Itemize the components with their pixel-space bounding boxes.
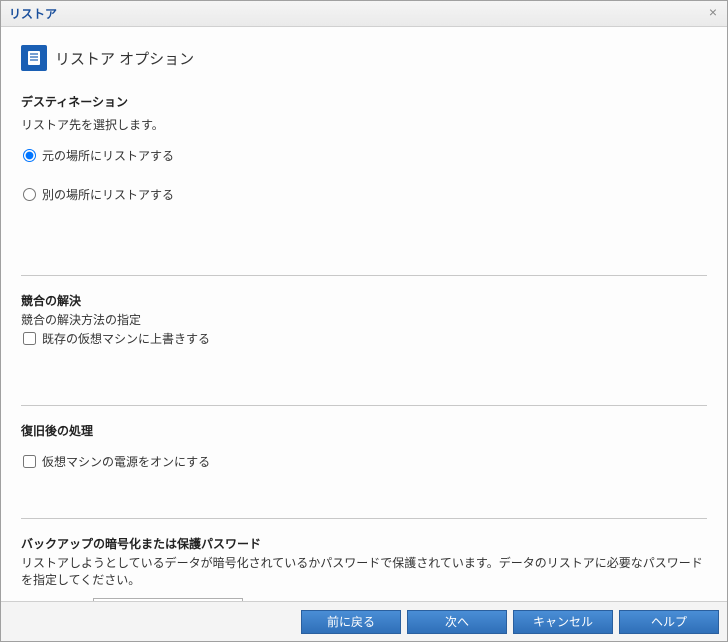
overwrite-label: 既存の仮想マシンに上書きする bbox=[42, 330, 210, 347]
radio-other-label: 別の場所にリストアする bbox=[42, 186, 174, 203]
conflict-subtitle: 競合の解決方法の指定 bbox=[21, 311, 707, 328]
page-header: リストア オプション bbox=[21, 45, 707, 71]
overwrite-checkbox[interactable] bbox=[23, 332, 36, 345]
post-section: 復旧後の処理 仮想マシンの電源をオンにする bbox=[21, 422, 707, 470]
close-icon[interactable]: × bbox=[705, 5, 721, 21]
radio-original-input[interactable] bbox=[23, 149, 36, 162]
back-button[interactable]: 前に戻る bbox=[301, 610, 401, 634]
radio-original-label: 元の場所にリストアする bbox=[42, 147, 174, 164]
divider bbox=[21, 405, 707, 406]
poweron-checkbox-row[interactable]: 仮想マシンの電源をオンにする bbox=[23, 453, 707, 470]
cancel-button[interactable]: キャンセル bbox=[513, 610, 613, 634]
destination-subtitle: リストア先を選択します。 bbox=[21, 116, 707, 133]
poweron-label: 仮想マシンの電源をオンにする bbox=[42, 453, 210, 470]
overwrite-checkbox-row[interactable]: 既存の仮想マシンに上書きする bbox=[23, 330, 707, 347]
password-subtitle: リストアしようとしているデータが暗号化されているかパスワードで保護されています。… bbox=[21, 554, 707, 588]
footer: 前に戻る 次へ キャンセル ヘルプ bbox=[1, 601, 727, 641]
page-title: リストア オプション bbox=[55, 48, 194, 69]
radio-original-location[interactable]: 元の場所にリストアする bbox=[23, 147, 707, 164]
radio-other-location[interactable]: 別の場所にリストアする bbox=[23, 186, 707, 203]
conflict-title: 競合の解決 bbox=[21, 292, 707, 309]
window-title: リストア bbox=[9, 5, 57, 22]
post-title: 復旧後の処理 bbox=[21, 422, 707, 439]
destination-section: デスティネーション リストア先を選択します。 元の場所にリストアする 別の場所に… bbox=[21, 93, 707, 203]
destination-title: デスティネーション bbox=[21, 93, 707, 110]
help-button[interactable]: ヘルプ bbox=[619, 610, 719, 634]
conflict-section: 競合の解決 競合の解決方法の指定 既存の仮想マシンに上書きする bbox=[21, 292, 707, 347]
next-button[interactable]: 次へ bbox=[407, 610, 507, 634]
restore-dialog: リストア × リストア オプション デスティネーション リストア先を選択します。… bbox=[0, 0, 728, 642]
divider bbox=[21, 518, 707, 519]
password-title: バックアップの暗号化または保護パスワード bbox=[21, 535, 707, 552]
titlebar: リストア × bbox=[1, 1, 727, 27]
content-area: リストア オプション デスティネーション リストア先を選択します。 元の場所にリ… bbox=[1, 27, 727, 601]
restore-icon bbox=[21, 45, 47, 71]
radio-other-input[interactable] bbox=[23, 188, 36, 201]
divider bbox=[21, 275, 707, 276]
poweron-checkbox[interactable] bbox=[23, 455, 36, 468]
password-section: バックアップの暗号化または保護パスワード リストアしようとしているデータが暗号化… bbox=[21, 535, 707, 601]
